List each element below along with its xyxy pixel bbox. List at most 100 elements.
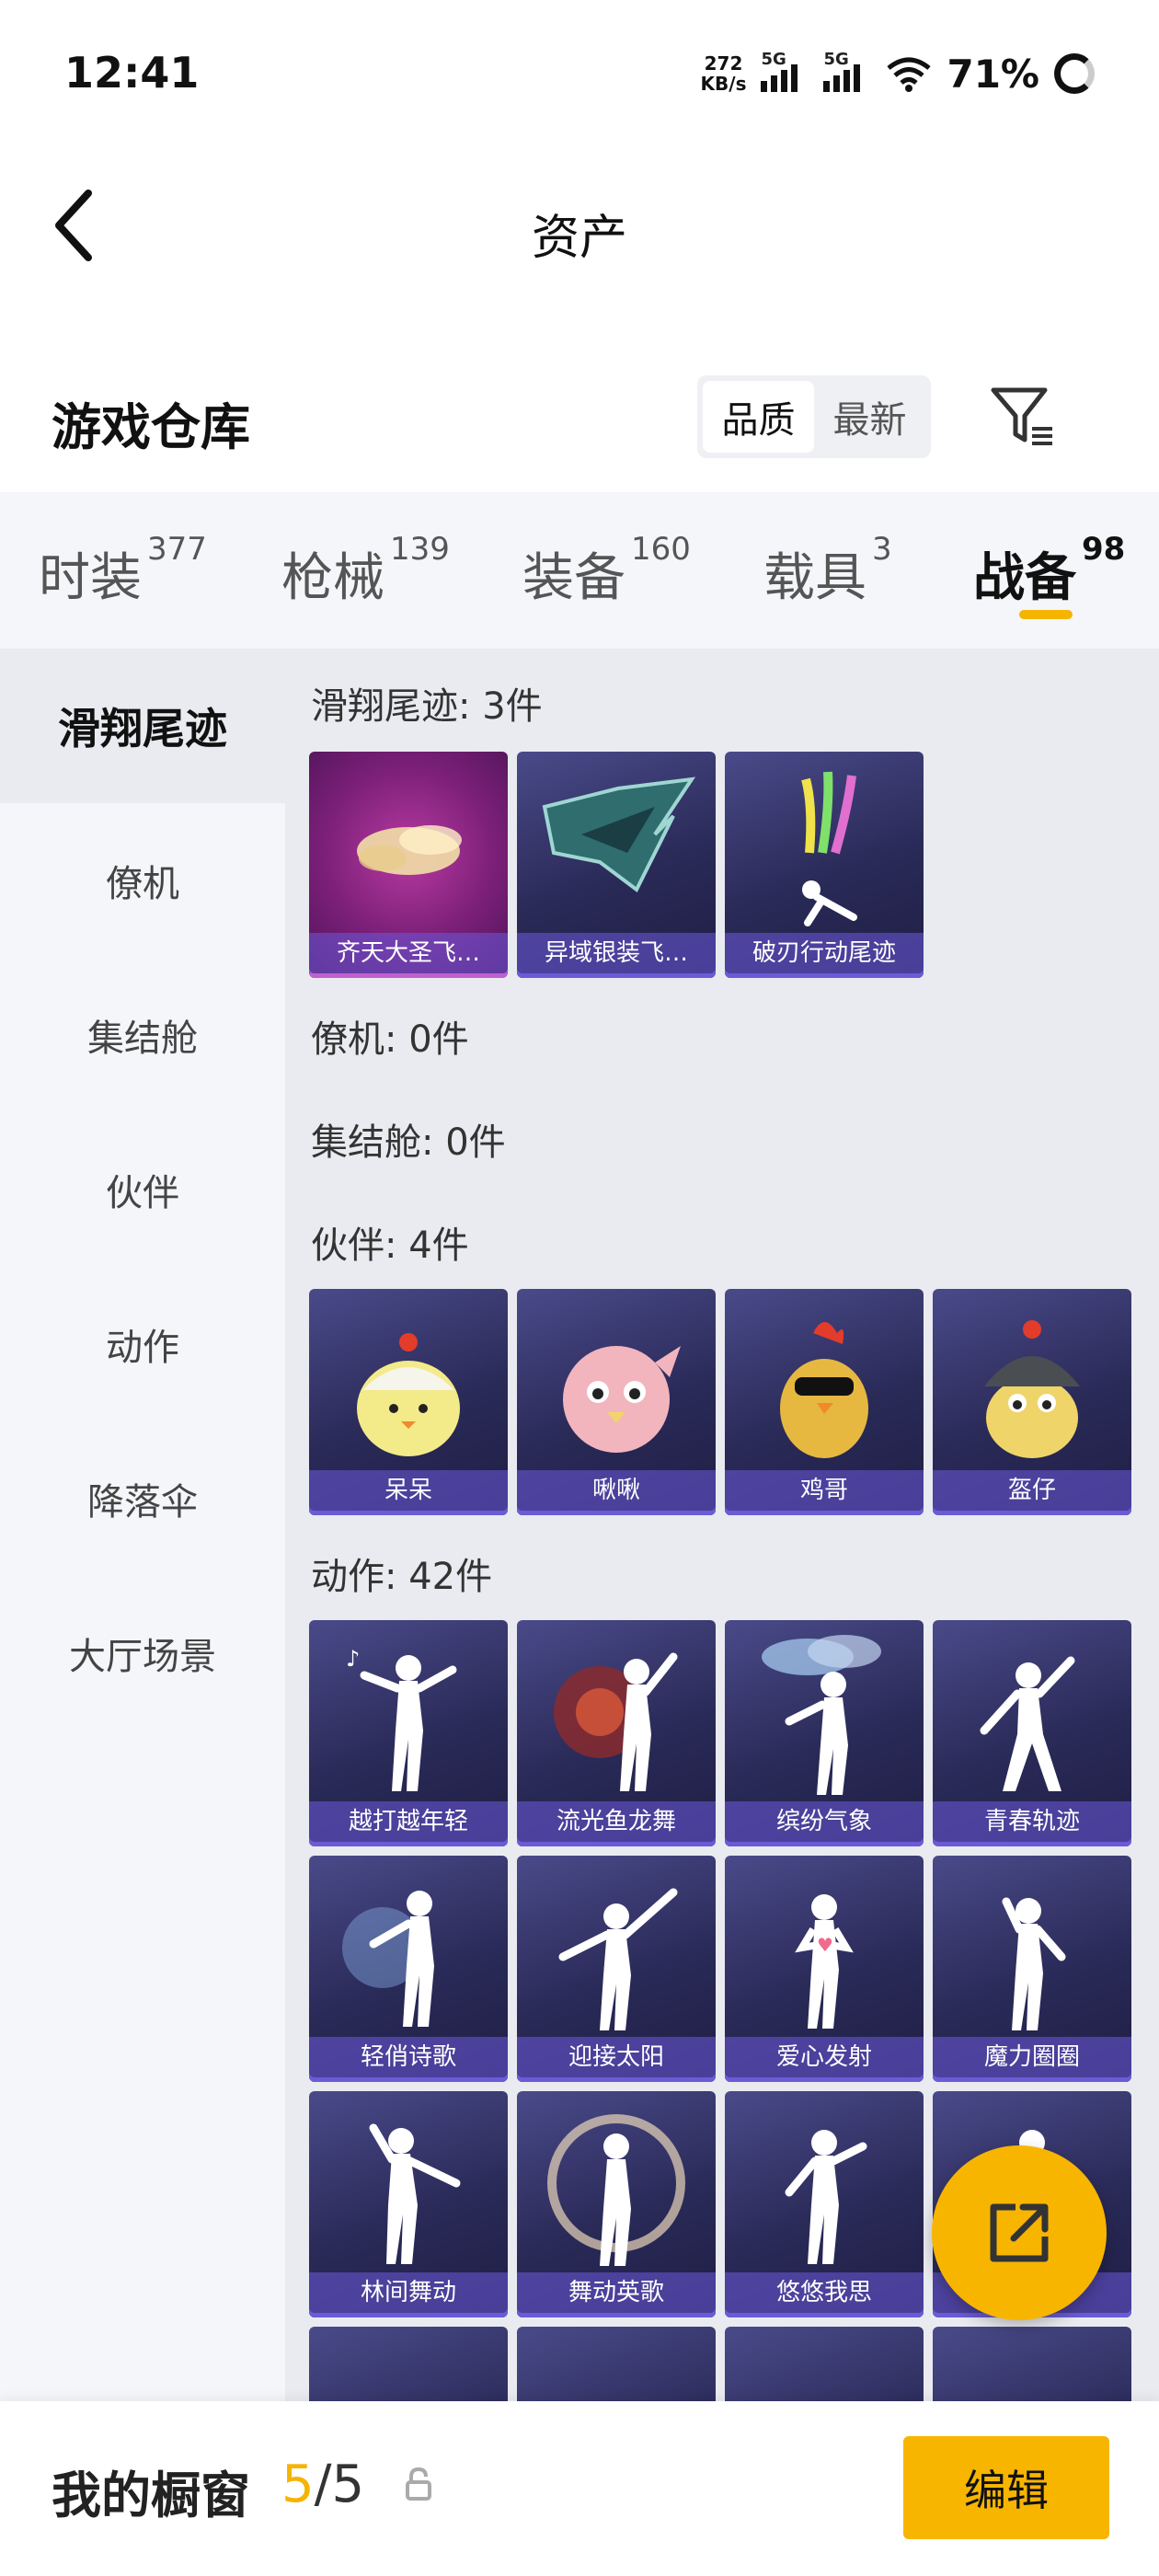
item-name: 林间舞动 — [309, 2272, 508, 2313]
sidebar: 滑翔尾迹 僚机 集结舱 伙伴 动作 降落伞 大厅场景 — [0, 649, 285, 2401]
item-card[interactable]: 流光鱼龙舞 — [517, 1620, 716, 1846]
svg-text:♥: ♥ — [817, 1934, 833, 1956]
item-name: 呆呆 — [309, 1470, 508, 1511]
tab-vehicles[interactable]: 载具 3 — [763, 531, 892, 611]
battery-icon — [1054, 53, 1095, 94]
tab-equipment[interactable]: 装备 160 — [522, 531, 691, 611]
item-name: 鸡哥 — [725, 1470, 924, 1511]
item-card[interactable]: 魔力圈圈 — [933, 1856, 1131, 2082]
item-card[interactable]: 鸡哥 — [725, 1289, 924, 1515]
lock-icon — [406, 2467, 431, 2501]
status-icons: 272 KB/s 5G 5G 71% — [701, 46, 1095, 101]
item-name: 异域银装飞… — [517, 933, 716, 973]
tab-combat-prep[interactable]: 战备 98 — [973, 531, 1125, 611]
item-card[interactable] — [725, 2327, 924, 2401]
edit-button[interactable]: 编辑 — [903, 2436, 1109, 2539]
page-title: 资产 — [531, 211, 627, 266]
item-card[interactable]: 青春轨迹 — [933, 1620, 1131, 1846]
item-name: 盔仔 — [933, 1470, 1131, 1511]
partner-image — [780, 1322, 868, 1458]
item-card[interactable]: 异域银装飞… — [517, 752, 716, 978]
warehouse-header: 游戏仓库 品质 最新 — [0, 359, 1159, 478]
sort-toggle: 品质 最新 — [697, 375, 931, 458]
item-card[interactable]: 迎接太阳 — [517, 1856, 716, 2082]
item-card[interactable]: 齐天大圣飞… — [309, 752, 508, 978]
item-card[interactable]: 破刃行动尾迹 — [725, 752, 924, 978]
item-card[interactable] — [517, 2327, 716, 2401]
showcase-count: 5/5 — [281, 2455, 365, 2514]
item-card[interactable]: 悠悠我思 — [725, 2091, 924, 2317]
battery-percent: 71% — [947, 51, 1039, 97]
item-name: 青春轨迹 — [933, 1801, 1131, 1842]
svg-text:♪: ♪ — [346, 1646, 360, 1672]
sidebar-item-parachute[interactable]: 降落伞 — [0, 1421, 285, 1576]
sort-newest-button[interactable]: 最新 — [814, 381, 925, 453]
emote-image — [342, 1891, 434, 2027]
item-name: 流光鱼龙舞 — [517, 1801, 716, 1842]
showcase-title: 我的橱窗 — [52, 2467, 250, 2524]
item-card[interactable]: 啾啾 — [517, 1289, 716, 1515]
glide-trail-image — [801, 771, 857, 926]
item-card[interactable]: 轻俏诗歌 — [309, 1856, 508, 2082]
group-title-capsule: 集结舱: 0件 — [311, 1121, 506, 1164]
sidebar-item-partner[interactable]: 伙伴 — [0, 1112, 285, 1267]
sidebar-item-capsule[interactable]: 集结舱 — [0, 958, 285, 1112]
emote-image — [547, 2114, 685, 2266]
glide-trail-image — [542, 776, 696, 893]
signal-icon: 5G — [823, 50, 871, 92]
item-name: 缤纷气象 — [725, 1801, 924, 1842]
item-list: 滑翔尾迹: 3件 齐天大圣飞… 异域银装飞… 破刃行动尾迹 僚机: 0件 集结舱… — [285, 649, 1159, 2401]
item-card[interactable]: 舞动英歌 — [517, 2091, 716, 2317]
item-card[interactable]: ♥ 爱心发射 — [725, 1856, 924, 2082]
tab-guns[interactable]: 枪械 139 — [281, 531, 450, 611]
glide-trail-image — [357, 825, 462, 875]
item-name: 迎接太阳 — [517, 2037, 716, 2077]
item-card[interactable]: ♪ 越打越年轻 — [309, 1620, 508, 1846]
tab-fashion[interactable]: 时装 377 — [39, 531, 207, 611]
partner-image — [563, 1346, 681, 1453]
emote-image — [369, 2123, 461, 2264]
category-tabs: 时装 377 枪械 139 装备 160 载具 3 战备 98 — [0, 492, 1159, 649]
item-name: 悠悠我思 — [725, 2272, 924, 2313]
sidebar-item-wingman[interactable]: 僚机 — [0, 803, 285, 958]
emote-image: ♪ — [346, 1646, 457, 1791]
partner-image — [357, 1333, 460, 1456]
emote-image — [554, 1652, 678, 1791]
share-button[interactable] — [932, 2145, 1107, 2320]
item-name: 爱心发射 — [725, 2037, 924, 2077]
emote-image — [980, 1656, 1075, 1791]
active-tab-indicator — [1019, 610, 1073, 619]
item-name: 舞动英歌 — [517, 2272, 716, 2313]
emote-image — [762, 1635, 881, 1795]
sort-quality-button[interactable]: 品质 — [703, 381, 814, 453]
partner-image — [984, 1320, 1080, 1458]
emote-image — [785, 2130, 867, 2264]
item-name: 魔力圈圈 — [933, 2037, 1131, 2077]
item-name: 破刃行动尾迹 — [725, 933, 924, 973]
emote-image: ♥ — [795, 1894, 854, 2029]
wifi-icon — [887, 57, 932, 92]
emote-image — [558, 1888, 678, 2030]
status-time: 12:41 — [64, 48, 200, 98]
signal-icon: 5G — [761, 50, 809, 92]
showcase-bar: 我的橱窗 5/5 编辑 — [0, 2401, 1159, 2576]
emote-image — [1002, 1897, 1066, 2030]
sidebar-item-glide-trail[interactable]: 滑翔尾迹 — [0, 649, 285, 803]
item-name: 越打越年轻 — [309, 1801, 508, 1842]
status-bar: 12:41 272 KB/s 5G 5G 71% — [0, 0, 1159, 156]
top-header: 资产 — [0, 156, 1159, 294]
item-card[interactable]: 林间舞动 — [309, 2091, 508, 2317]
item-card[interactable] — [933, 2327, 1131, 2401]
item-card[interactable] — [309, 2327, 508, 2401]
sidebar-item-lobby-scene[interactable]: 大厅场景 — [0, 1576, 285, 1731]
section-title: 游戏仓库 — [52, 398, 250, 456]
group-title-wingman: 僚机: 0件 — [311, 1018, 469, 1061]
filter-icon[interactable] — [988, 383, 1056, 451]
group-title-emote: 动作: 42件 — [311, 1556, 493, 1598]
item-card[interactable]: 盔仔 — [933, 1289, 1131, 1515]
item-card[interactable]: 呆呆 — [309, 1289, 508, 1515]
item-name: 啾啾 — [517, 1470, 716, 1511]
item-name: 齐天大圣飞… — [309, 933, 508, 973]
item-card[interactable]: 缤纷气象 — [725, 1620, 924, 1846]
sidebar-item-emote[interactable]: 动作 — [0, 1267, 285, 1421]
